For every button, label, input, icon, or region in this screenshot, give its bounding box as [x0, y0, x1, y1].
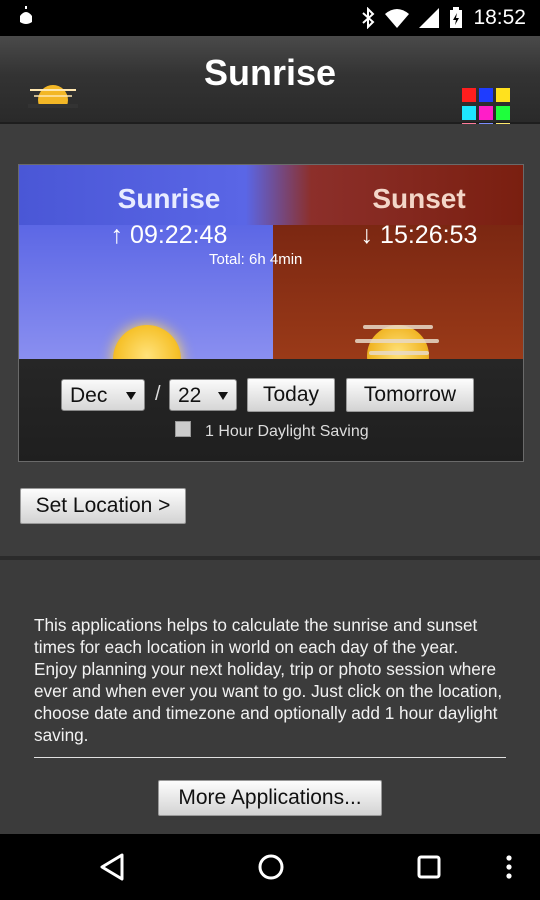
dropdown-arrow-icon [126, 392, 136, 400]
apps-grid-square [462, 88, 476, 102]
bluetooth-icon [362, 7, 375, 29]
more-applications-button[interactable]: More Applications... [158, 780, 382, 816]
back-icon[interactable] [98, 852, 128, 882]
sunrise-time: ↑ 09:22:48 [110, 221, 228, 249]
navigation-bar [0, 834, 540, 900]
app-header: Sunrise [0, 36, 540, 138]
wifi-icon [385, 9, 410, 28]
signal-icon [419, 8, 440, 28]
date-separator: / [155, 383, 161, 405]
total-daylight: Total: 6h 4min [209, 251, 303, 268]
app-description: This applications helps to calculate the… [34, 615, 503, 745]
recent-apps-icon[interactable] [416, 854, 442, 880]
cloud-streak [369, 351, 429, 355]
main-panel: Sunrise ↑ 09:22:48 Sunset ↓ 15:26:53 Tot… [0, 124, 540, 560]
overflow-menu-icon[interactable] [504, 854, 514, 880]
sun-times-card: Sunrise ↑ 09:22:48 Sunset ↓ 15:26:53 Tot… [18, 164, 524, 462]
page-title: Sunrise [203, 52, 337, 93]
sunset-label: Sunset [372, 183, 466, 214]
sunrise-label: Sunrise [117, 183, 221, 214]
day-value: 22 [178, 384, 202, 407]
date-controls: Dec / 22 Today Tomorrow 1 Hour Daylight … [19, 359, 523, 461]
today-button[interactable]: Today [247, 378, 335, 412]
android-debug-icon [20, 6, 32, 24]
divider [34, 757, 506, 758]
apps-grid-square [496, 88, 510, 102]
status-bar: 18:52 [0, 0, 540, 36]
set-location-button[interactable]: Set Location > [20, 488, 186, 524]
sunset-column: Sunset ↓ 15:26:53 [329, 183, 509, 250]
home-icon[interactable] [256, 852, 286, 882]
apps-grid-square [462, 105, 476, 120]
dropdown-arrow-icon [218, 392, 228, 400]
sunset-time: ↓ 15:26:53 [360, 221, 478, 249]
sunrise-column: Sunrise ↑ 09:22:48 [79, 183, 259, 250]
month-select[interactable]: Dec [61, 379, 145, 411]
sky-illustration: Sunrise ↑ 09:22:48 Sunset ↓ 15:26:53 Tot… [19, 165, 523, 359]
day-select[interactable]: 22 [169, 379, 237, 411]
battery-icon [450, 7, 463, 28]
tomorrow-button[interactable]: Tomorrow [346, 378, 474, 412]
apps-grid-square [479, 105, 493, 120]
cloud-streak [363, 325, 433, 329]
cloud-streak [355, 339, 439, 343]
apps-grid-square [479, 88, 493, 102]
status-time: 18:52 [473, 6, 526, 29]
month-value: Dec [70, 384, 108, 407]
daylight-saving-label: 1 Hour Daylight Saving [205, 423, 369, 440]
daylight-saving-checkbox[interactable] [175, 421, 191, 437]
apps-grid-square [496, 105, 510, 120]
